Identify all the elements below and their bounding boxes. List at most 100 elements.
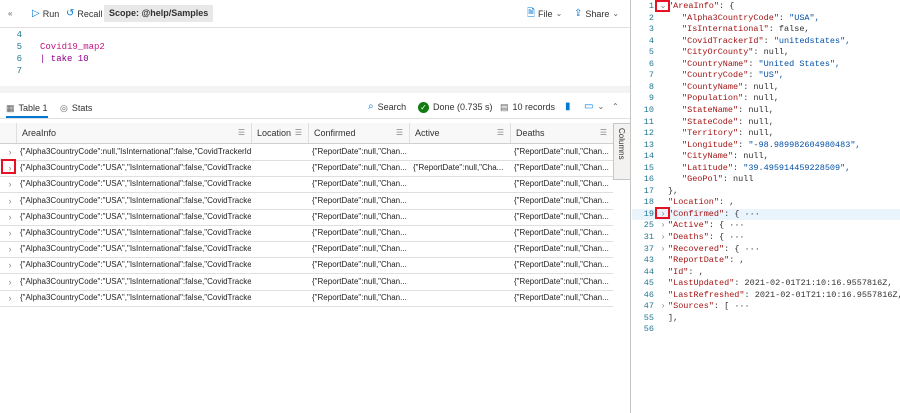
table-row[interactable]: › {"Alpha3CountryCode":"USA","IsInternati… <box>0 274 613 291</box>
row-expand-icon[interactable]: › <box>5 274 15 290</box>
row-expand-icon[interactable]: › <box>5 241 15 257</box>
table-cell[interactable]: {"ReportDate":null,"Chan... <box>308 176 409 192</box>
table-cell[interactable]: {"ReportDate":null,"Chan... <box>308 209 409 225</box>
table-cell[interactable]: {"ReportDate":null,"Chan... <box>510 257 613 273</box>
table-row[interactable]: › {"Alpha3CountryCode":"USA","IsInternati… <box>0 241 613 259</box>
table-cell[interactable] <box>251 209 308 225</box>
fold-closed-icon[interactable]: › <box>658 232 668 244</box>
table-cell[interactable] <box>409 209 510 225</box>
column-header-deaths[interactable]: Deaths ☰ <box>510 123 613 143</box>
table-row[interactable]: › {"Alpha3CountryCode":"USA","IsInternati… <box>0 225 613 242</box>
tab-stats[interactable]: ◎ Stats <box>60 100 92 116</box>
table-cell[interactable] <box>251 241 308 257</box>
table-cell[interactable]: {"ReportDate":null,"Chan... <box>510 160 613 176</box>
row-expand-icon[interactable]: › <box>5 290 15 306</box>
fold-closed-icon[interactable]: › <box>658 244 668 256</box>
table-cell[interactable] <box>409 225 510 241</box>
table-cell[interactable]: {"ReportDate":null,"Chan... <box>510 241 613 257</box>
row-expand-icon[interactable]: › <box>5 257 15 273</box>
table-row[interactable]: › {"Alpha3CountryCode":"USA","IsInternati… <box>0 290 613 307</box>
table-cell[interactable] <box>409 193 510 209</box>
table-cell[interactable]: {"ReportDate":null,"Chan... <box>308 144 409 160</box>
columns-panel-toggle[interactable]: Columns <box>613 123 631 180</box>
fold-closed-icon[interactable]: › <box>658 220 668 232</box>
table-cell[interactable]: {"Alpha3CountryCode":"USA","IsInternatio… <box>16 209 251 225</box>
table-cell[interactable]: {"ReportDate":null,"Chan... <box>510 193 613 209</box>
run-button[interactable]: ▷ Run <box>32 7 59 21</box>
table-cell[interactable] <box>409 290 510 306</box>
table-cell[interactable] <box>251 274 308 290</box>
fold-closed-icon[interactable]: › <box>658 301 668 313</box>
table-cell[interactable]: {"ReportDate":null,"Chan... <box>308 160 409 176</box>
row-expand-icon[interactable]: › <box>5 144 15 160</box>
collapse-results-button[interactable]: ⌃ <box>612 101 619 113</box>
table-row[interactable]: › {"Alpha3CountryCode":"USA","IsInternati… <box>0 209 613 226</box>
table-cell[interactable] <box>251 176 308 192</box>
table-row[interactable]: › {"Alpha3CountryCode":"USA","IsInternati… <box>0 176 613 194</box>
editor-horizontal-scrollbar[interactable] <box>0 86 630 93</box>
table-cell[interactable]: {"ReportDate":null,"Chan... <box>510 209 613 225</box>
table-cell[interactable]: {"Alpha3CountryCode":null,"IsInternation… <box>16 144 251 160</box>
table-cell[interactable]: {"Alpha3CountryCode":"USA","IsInternatio… <box>16 241 251 257</box>
row-expand-icon[interactable]: › <box>5 176 15 192</box>
table-cell[interactable]: {"Alpha3CountryCode":"USA","IsInternatio… <box>16 176 251 192</box>
column-menu-icon[interactable]: ☰ <box>238 123 245 143</box>
table-cell[interactable] <box>251 144 308 160</box>
table-cell[interactable]: {"Alpha3CountryCode":"USA","IsInternatio… <box>16 290 251 306</box>
table-cell[interactable]: {"Alpha3CountryCode":"USA","IsInternatio… <box>16 257 251 273</box>
table-cell[interactable]: {"Alpha3CountryCode":"USA","IsInternatio… <box>16 193 251 209</box>
table-row[interactable]: › {"Alpha3CountryCode":"USA","IsInternati… <box>0 193 613 210</box>
search-button[interactable]: ⌕ Search <box>368 101 406 113</box>
clipboard-button[interactable]: ▮ <box>565 101 571 113</box>
table-cell[interactable] <box>409 257 510 273</box>
table-cell[interactable] <box>251 225 308 241</box>
table-cell[interactable]: {"ReportDate":null,"Chan... <box>510 225 613 241</box>
table-cell[interactable]: {"ReportDate":null,"Chan... <box>510 176 613 192</box>
file-menu[interactable]: 🗎 File ⌄ <box>527 7 562 21</box>
table-cell[interactable]: {"ReportDate":null,"Chan... <box>308 225 409 241</box>
table-cell[interactable]: {"ReportDate":null,"Chan... <box>510 274 613 290</box>
column-menu-icon[interactable]: ☰ <box>600 123 607 143</box>
table-row[interactable]: › {"Alpha3CountryCode":null,"IsInternatio… <box>0 144 613 161</box>
table-cell[interactable]: {"ReportDate":null,"Chan... <box>308 290 409 306</box>
table-cell[interactable]: {"ReportDate":null,"Chan... <box>308 274 409 290</box>
table-row[interactable]: › {"Alpha3CountryCode":"USA","IsInternati… <box>0 160 613 178</box>
table-cell[interactable]: {"ReportDate":null,"Chan... <box>510 144 613 160</box>
column-menu-icon[interactable]: ☰ <box>497 123 504 143</box>
column-header-active[interactable]: Active ☰ <box>409 123 510 143</box>
table-cell[interactable]: {"ReportDate":null,"Chan... <box>308 257 409 273</box>
table-cell[interactable]: {"ReportDate":null,"Cha... <box>409 160 510 176</box>
table-cell[interactable]: {"Alpha3CountryCode":"USA","IsInternatio… <box>16 225 251 241</box>
pane-divider[interactable] <box>630 0 631 413</box>
table-cell[interactable]: {"Alpha3CountryCode":"USA","IsInternatio… <box>16 274 251 290</box>
column-header-location[interactable]: Location ☰ <box>251 123 308 143</box>
table-row[interactable]: › {"Alpha3CountryCode":"USA","IsInternati… <box>0 257 613 275</box>
share-menu[interactable]: ⇪ Share ⌄ <box>574 7 619 21</box>
table-cell[interactable]: {"ReportDate":null,"Chan... <box>308 241 409 257</box>
table-cell[interactable]: {"ReportDate":null,"Chan... <box>510 290 613 306</box>
table-cell[interactable]: {"Alpha3CountryCode":"USA","IsInternatio… <box>16 160 251 176</box>
row-expand-icon[interactable]: › <box>5 209 15 225</box>
column-header-areainfo[interactable]: AreaInfo ☰ <box>16 123 251 143</box>
code-line[interactable]: | take 10 <box>40 54 89 64</box>
query-editor[interactable]: 4 5 Covid19_map2 6 | take 10 7 <box>0 28 630 92</box>
table-cell[interactable] <box>409 241 510 257</box>
table-cell[interactable] <box>409 274 510 290</box>
table-cell[interactable]: {"ReportDate":null,"Chan... <box>308 193 409 209</box>
collapse-icon[interactable]: « <box>8 7 12 21</box>
table-cell[interactable] <box>251 193 308 209</box>
table-cell[interactable] <box>409 176 510 192</box>
view-toggle[interactable]: ▭ ⌄ <box>584 101 604 113</box>
column-menu-icon[interactable]: ☰ <box>295 123 302 143</box>
recall-button[interactable]: ↺ Recall <box>66 7 102 21</box>
table-cell[interactable] <box>409 144 510 160</box>
table-cell[interactable] <box>251 257 308 273</box>
row-expand-icon[interactable]: › <box>5 193 15 209</box>
table-cell[interactable] <box>251 290 308 306</box>
row-expand-icon[interactable]: › <box>5 225 15 241</box>
tab-table-1[interactable]: ▦ Table 1 <box>6 100 48 118</box>
table-cell[interactable] <box>251 160 308 176</box>
column-menu-icon[interactable]: ☰ <box>396 123 403 143</box>
code-line[interactable]: Covid19_map2 <box>40 42 105 52</box>
column-header-confirmed[interactable]: Confirmed ☰ <box>308 123 409 143</box>
